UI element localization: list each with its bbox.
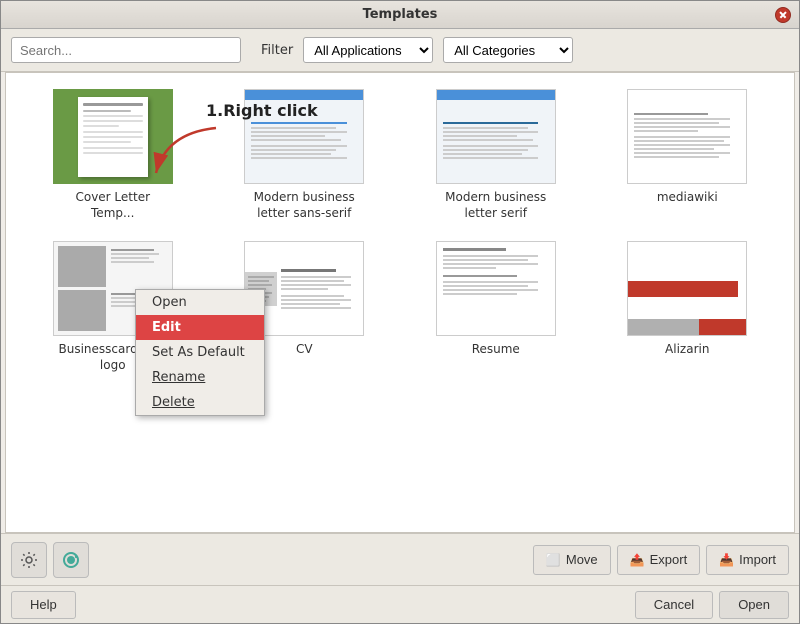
template-label-cv: CV xyxy=(296,342,313,358)
export-icon: 📤 xyxy=(630,553,645,567)
help-button[interactable]: Help xyxy=(11,591,76,619)
context-menu-rename[interactable]: Rename xyxy=(136,365,264,390)
template-item-resume[interactable]: Resume xyxy=(405,241,587,373)
template-label-mediawiki: mediawiki xyxy=(657,190,718,206)
templates-grid: Cover LetterTemp... Open Edit Set As Def… xyxy=(22,89,778,373)
cancel-button[interactable]: Cancel xyxy=(635,591,713,619)
template-thumb-cover-letter xyxy=(53,89,173,184)
template-thumb-resume xyxy=(436,241,556,336)
template-item-modern-business-sans[interactable]: Modern businessletter sans-serif xyxy=(214,89,396,221)
import-icon: 📥 xyxy=(719,553,734,567)
context-menu-delete[interactable]: Delete xyxy=(136,390,264,415)
window-title: Templates xyxy=(363,7,438,22)
refresh-icon xyxy=(61,550,81,570)
action-buttons: ⬜ Move 📤 Export 📥 Import xyxy=(533,545,789,575)
export-button[interactable]: 📤 Export xyxy=(617,545,701,575)
template-thumb-modern-business-sans xyxy=(244,89,364,184)
move-label: Move xyxy=(566,552,598,567)
close-button[interactable] xyxy=(775,7,791,23)
alizarin-header xyxy=(628,281,738,297)
template-label-cover-letter: Cover LetterTemp... xyxy=(75,190,150,221)
footer-bar: Help Cancel Open xyxy=(1,585,799,623)
open-button[interactable]: Open xyxy=(719,591,789,619)
templates-window: Templates Filter All Applications Writer… xyxy=(0,0,800,624)
filter-application-select[interactable]: All Applications Writer Calc Impress xyxy=(303,37,433,63)
template-item-mediawiki[interactable]: mediawiki xyxy=(597,89,779,221)
template-label-modern-business-serif: Modern businessletter serif xyxy=(445,190,546,221)
template-item-modern-business-serif[interactable]: Modern businessletter serif xyxy=(405,89,587,221)
template-label-modern-business-sans: Modern businessletter sans-serif xyxy=(254,190,355,221)
template-thumb-alizarin xyxy=(627,241,747,336)
context-menu: Open Edit Set As Default Rename Delete xyxy=(135,289,265,416)
move-button[interactable]: ⬜ Move xyxy=(533,545,611,575)
move-icon: ⬜ xyxy=(546,553,561,567)
template-item-alizarin[interactable]: Alizarin xyxy=(597,241,779,373)
refresh-icon-button[interactable] xyxy=(53,542,89,578)
toolbar: Filter All Applications Writer Calc Impr… xyxy=(1,29,799,72)
search-input[interactable] xyxy=(11,37,241,63)
cover-letter-doc xyxy=(78,97,148,177)
import-label: Import xyxy=(739,552,776,567)
template-label-alizarin: Alizarin xyxy=(665,342,709,358)
title-bar: Templates xyxy=(1,1,799,29)
template-thumb-mediawiki xyxy=(627,89,747,184)
template-item-cover-letter[interactable]: Cover LetterTemp... Open Edit Set As Def… xyxy=(22,89,204,221)
import-button[interactable]: 📥 Import xyxy=(706,545,789,575)
context-menu-open[interactable]: Open xyxy=(136,290,264,315)
bottom-bar: ⬜ Move 📤 Export 📥 Import xyxy=(1,533,799,585)
export-label: Export xyxy=(650,552,688,567)
context-menu-set-default[interactable]: Set As Default xyxy=(136,340,264,365)
filter-label: Filter xyxy=(261,43,293,58)
context-menu-edit[interactable]: Edit xyxy=(136,315,264,340)
settings-icon-button[interactable] xyxy=(11,542,47,578)
template-label-resume: Resume xyxy=(472,342,520,358)
templates-content-area: 1.Right click xyxy=(5,72,795,533)
template-thumb-modern-business-serif xyxy=(436,89,556,184)
alizarin-body xyxy=(738,270,746,308)
filter-category-select[interactable]: All Categories Business Personal xyxy=(443,37,573,63)
gear-icon xyxy=(19,550,39,570)
